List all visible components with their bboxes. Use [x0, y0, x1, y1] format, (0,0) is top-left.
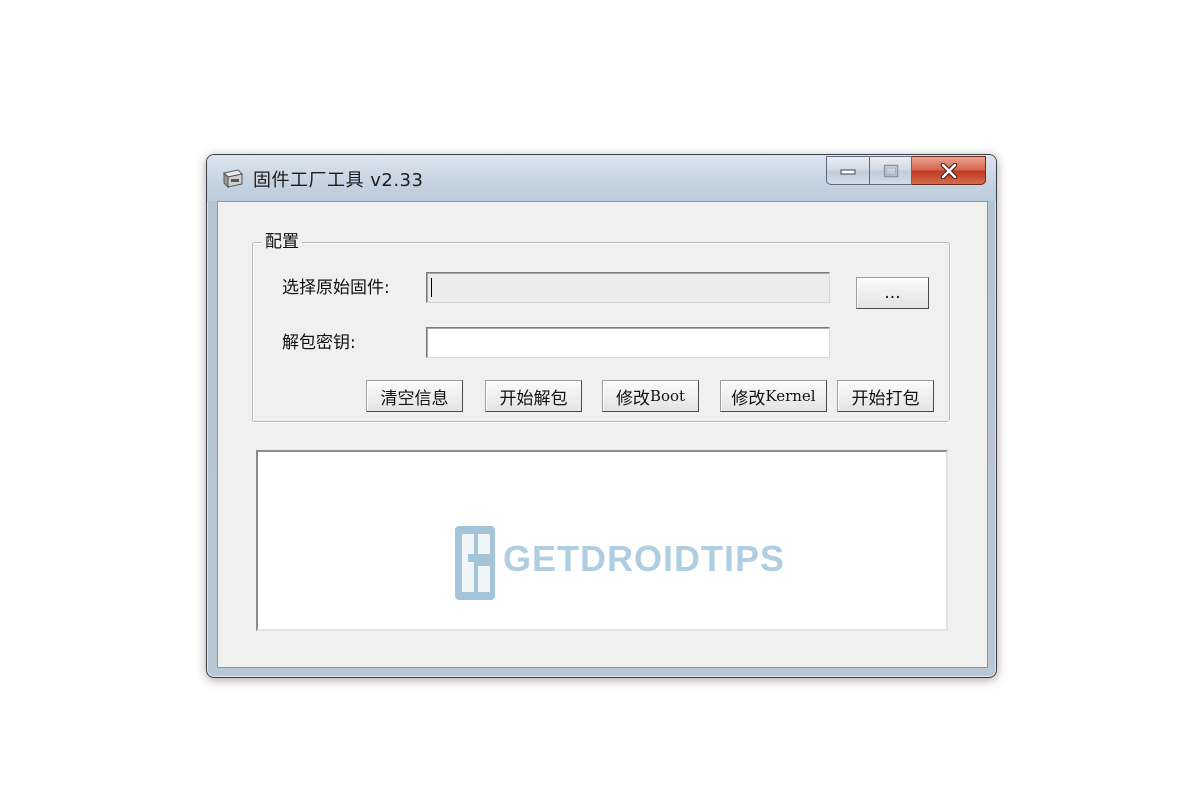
start-pack-button[interactable]: 开始打包 [837, 380, 934, 412]
close-button[interactable] [912, 156, 986, 185]
caption-buttons [826, 156, 986, 187]
config-groupbox: 配置 选择原始固件: ... 解包密钥: 清空信息 开始解包 修改 Boot 修改… [252, 231, 950, 422]
clear-info-button[interactable]: 清空信息 [366, 380, 463, 412]
maximize-button[interactable] [870, 156, 912, 185]
log-output-area[interactable]: GETDROIDTIPS [256, 450, 948, 631]
watermark-logo: GETDROIDTIPS [453, 522, 784, 604]
app-disk-icon [222, 169, 244, 189]
unpack-key-label: 解包密钥: [282, 333, 356, 353]
title-bar[interactable]: 固件工厂工具 v2.33 [207, 155, 996, 201]
firmware-path-field[interactable] [426, 272, 830, 303]
modify-kernel-prefix: 修改 [731, 388, 766, 409]
start-unpack-button[interactable]: 开始解包 [485, 380, 582, 412]
text-caret [431, 278, 432, 297]
app-window: 固件工厂工具 v2.33 配置 选择原始固件: ... 解包密钥: 清空信息 开… [206, 154, 997, 678]
minimize-icon [840, 169, 856, 174]
modify-kernel-suffix: Kernel [765, 387, 816, 405]
unpack-key-field[interactable] [426, 327, 830, 358]
window-client-area: 配置 选择原始固件: ... 解包密钥: 清空信息 开始解包 修改 Boot 修改… [217, 201, 988, 668]
close-icon [940, 162, 957, 179]
firmware-label: 选择原始固件: [282, 278, 390, 298]
watermark-text: GETDROIDTIPS [503, 538, 786, 579]
minimize-button[interactable] [826, 156, 870, 185]
modify-boot-suffix: Boot [649, 387, 686, 405]
maximize-icon [883, 164, 898, 177]
droid-logo-icon [455, 526, 495, 600]
modify-kernel-button[interactable]: 修改 Kernel [720, 380, 827, 412]
modify-boot-button[interactable]: 修改 Boot [602, 380, 699, 412]
browse-button[interactable]: ... [856, 277, 929, 309]
modify-boot-prefix: 修改 [615, 388, 650, 409]
config-group-legend: 配置 [262, 231, 302, 253]
window-title: 固件工厂工具 v2.33 [253, 170, 424, 191]
